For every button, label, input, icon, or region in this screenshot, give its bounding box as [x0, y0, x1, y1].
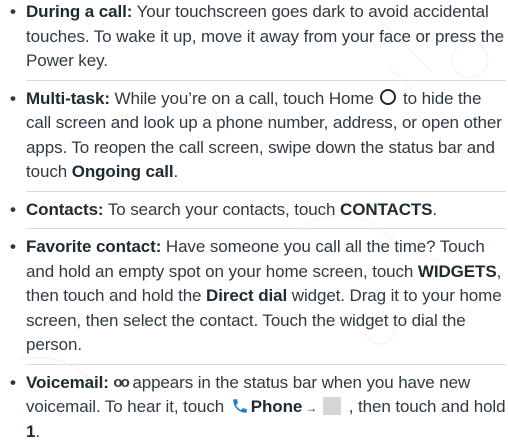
- dialpad-icon: [323, 396, 342, 415]
- item-text: .: [432, 199, 438, 219]
- bullet: •: [10, 199, 16, 219]
- item-text: .: [35, 422, 40, 442]
- list-item-voicemail: • Voicemail: oo appears in the status ba…: [10, 371, 506, 445]
- item-text: While you’re on a call, touch Home: [109, 88, 379, 108]
- page: • During a call: Your touchscreen goes d…: [0, 0, 508, 441]
- item-bold: WIDGETS: [417, 261, 497, 281]
- voicemail-icon: oo: [113, 373, 129, 391]
- separator: [26, 228, 506, 229]
- tips-list: • During a call: Your touchscreen goes d…: [10, 0, 506, 445]
- list-item-favorite-contact: • Favorite contact: Have someone you cal…: [10, 235, 506, 358]
- list-item-during-call: • During a call: Your touchscreen goes d…: [10, 0, 506, 74]
- separator: [26, 79, 506, 81]
- bullet: •: [10, 2, 16, 21]
- item-text: , then touch and hold: [344, 397, 506, 417]
- bullet: •: [10, 237, 16, 256]
- item-title: Contacts:: [26, 199, 104, 219]
- item-title: Voicemail:: [26, 372, 109, 392]
- item-bold: Ongoing call: [71, 162, 174, 181]
- item-bold: Direct dial: [206, 286, 288, 305]
- bullet: •: [10, 372, 16, 392]
- item-text: To search your contacts, touch: [103, 199, 341, 219]
- separator: [26, 190, 506, 192]
- bullet: •: [10, 88, 16, 108]
- item-title: During a call:: [26, 2, 133, 21]
- home-icon: [380, 89, 397, 106]
- item-bold: Phone: [250, 397, 303, 417]
- item-title: Multi-task:: [26, 88, 110, 108]
- item-bold: CONTACTS: [340, 199, 433, 219]
- list-item-multi-task: • Multi-task: While you’re on a call, to…: [10, 87, 506, 185]
- list-item-contacts: • Contacts: To search your contacts, tou…: [10, 198, 506, 223]
- item-title: Favorite contact:: [26, 237, 162, 256]
- arrow-icon: →: [305, 400, 318, 415]
- separator: [26, 363, 506, 365]
- item-text: .: [173, 162, 179, 181]
- item-bold: 1: [26, 422, 36, 442]
- phone-icon: [233, 399, 247, 413]
